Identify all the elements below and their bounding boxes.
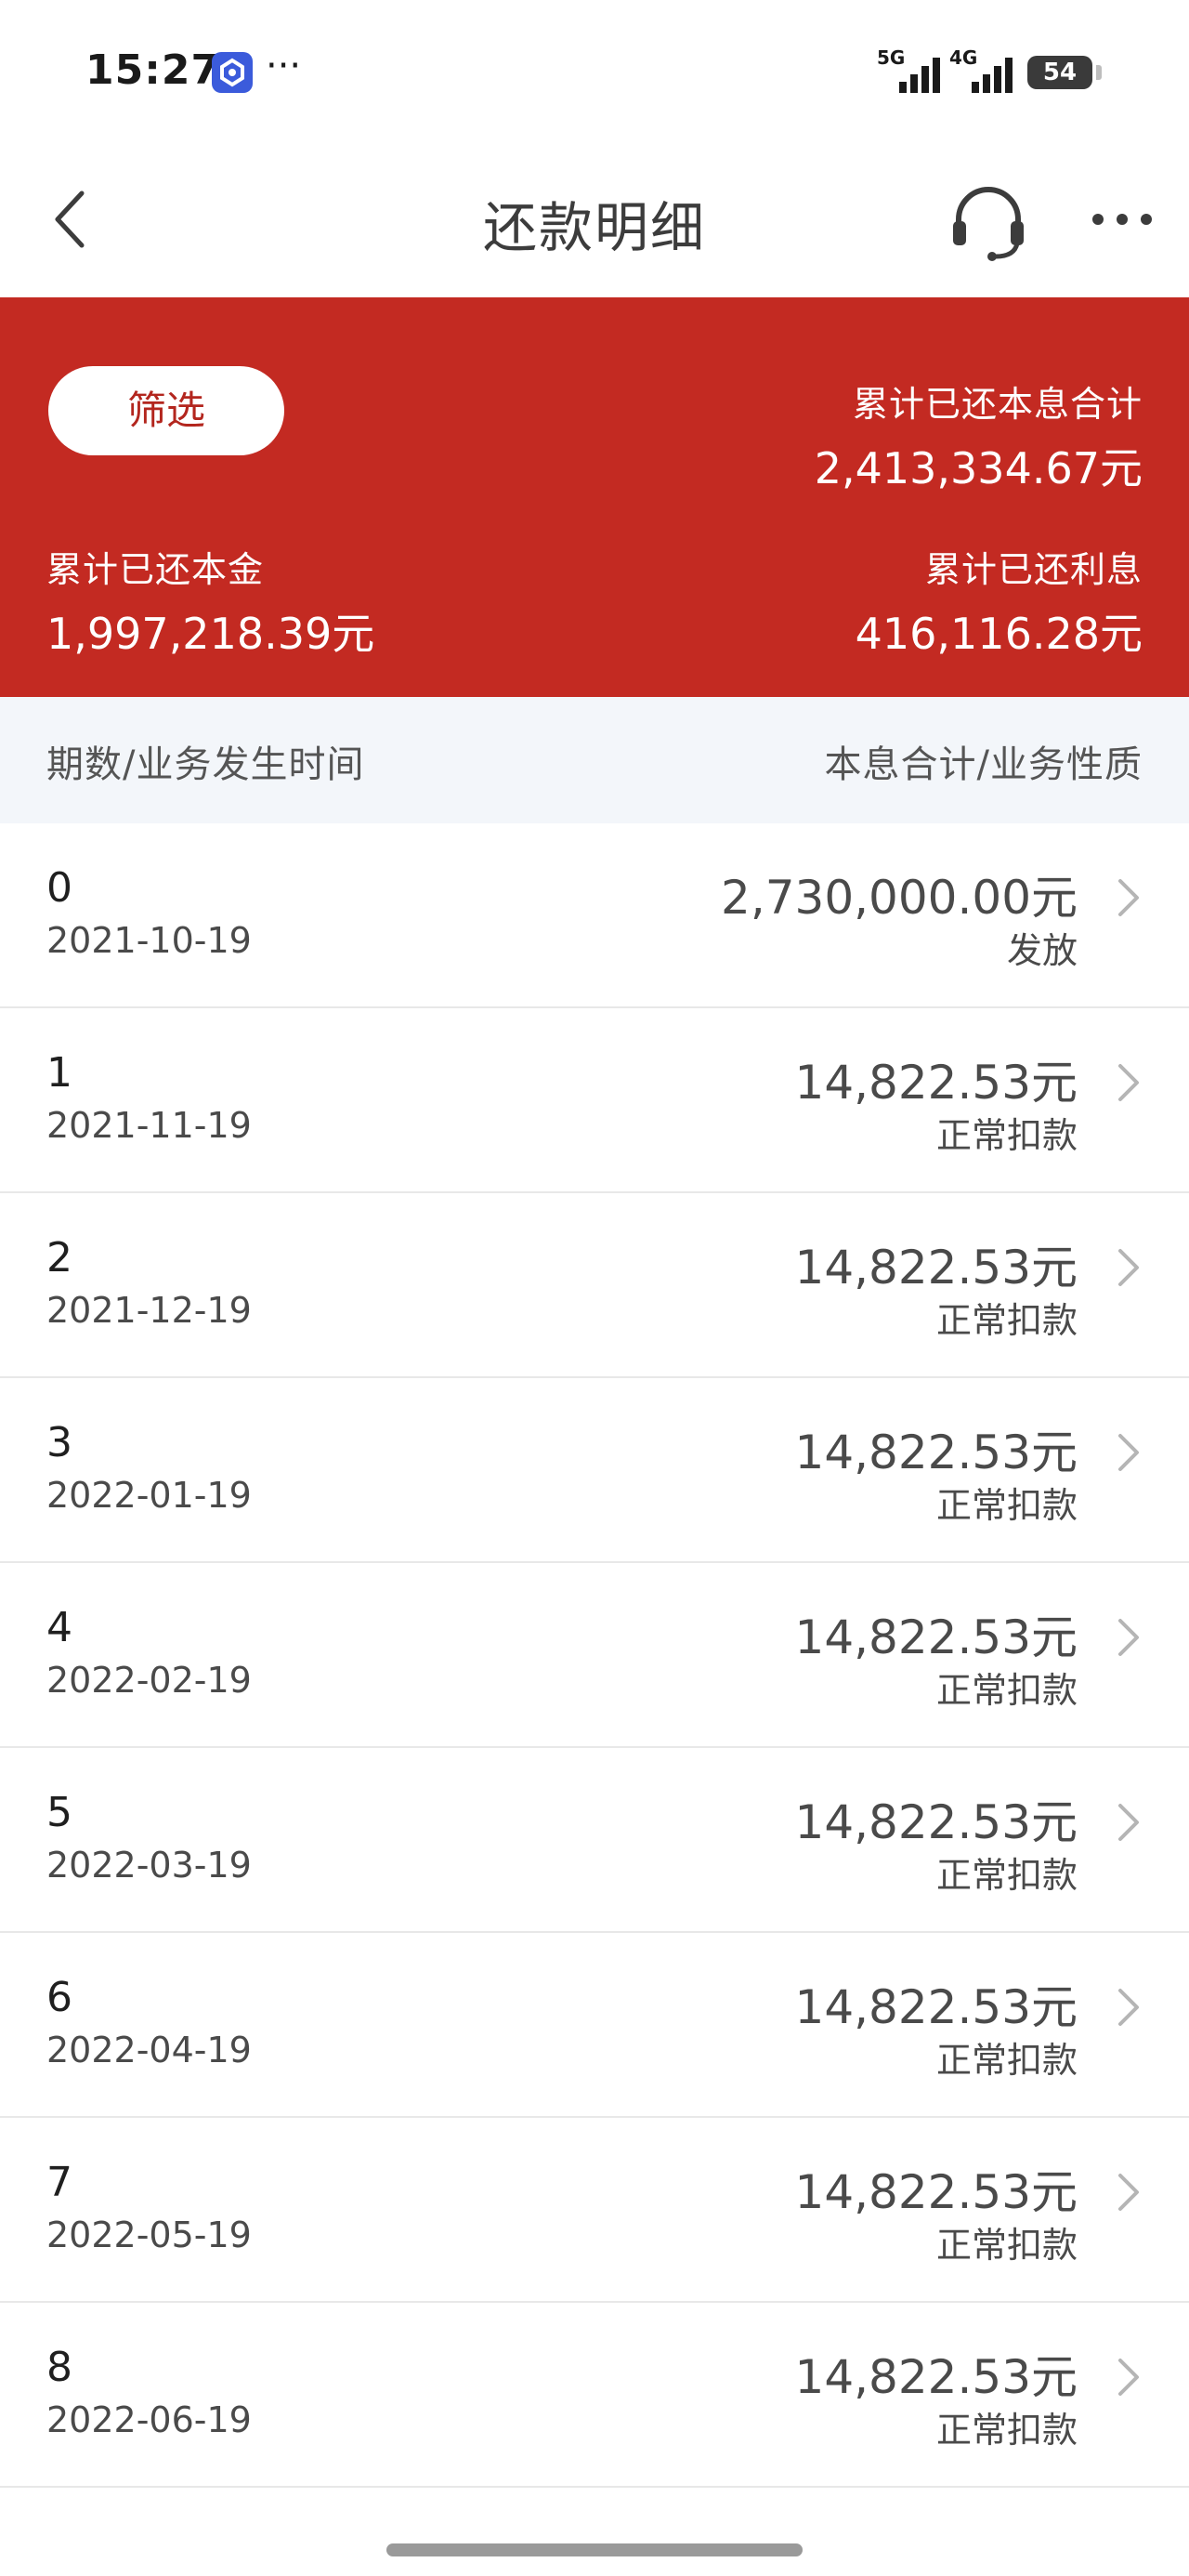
signal-5g: 5G bbox=[877, 46, 944, 95]
row-period: 3 bbox=[46, 1419, 72, 1466]
signal-bars-icon bbox=[899, 58, 940, 93]
repayment-record-list: 0 2021-10-19 2,730,000.00元 发放 1 2021-11-… bbox=[0, 823, 1189, 2488]
row-date: 2022-01-19 bbox=[46, 1475, 252, 1516]
row-date: 2022-02-19 bbox=[46, 1660, 252, 1701]
more-horizontal-icon bbox=[1092, 214, 1152, 225]
row-period: 0 bbox=[46, 864, 72, 912]
row-type: 正常扣款 bbox=[935, 1300, 1078, 1341]
column-amount-type: 本息合计/业务性质 bbox=[824, 743, 1143, 786]
interest-paid-value: 416,116.28元 bbox=[855, 609, 1143, 659]
status-bar: 15:27 ··· 5G 4G 54 bbox=[0, 0, 1189, 149]
headset-icon bbox=[953, 187, 1024, 261]
row-type: 正常扣款 bbox=[935, 1855, 1078, 1896]
filter-button[interactable]: 筛选 bbox=[48, 366, 284, 455]
column-period-date: 期数/业务发生时间 bbox=[46, 743, 365, 786]
table-row[interactable]: 4 2022-02-19 14,822.53元 正常扣款 bbox=[0, 1563, 1189, 1748]
chevron-right-icon bbox=[1118, 1249, 1139, 1286]
principal-paid-label: 累计已还本金 bbox=[46, 549, 265, 590]
list-column-header: 期数/业务发生时间 本息合计/业务性质 bbox=[0, 697, 1189, 823]
nav-bar: 还款明细 bbox=[0, 149, 1189, 297]
signal-4g: 4G bbox=[949, 46, 1016, 95]
row-type: 正常扣款 bbox=[935, 2225, 1078, 2266]
chevron-right-icon bbox=[1118, 1619, 1139, 1656]
row-type: 发放 bbox=[1006, 930, 1078, 971]
chevron-right-icon bbox=[1118, 1804, 1139, 1841]
row-type: 正常扣款 bbox=[935, 1670, 1078, 1711]
status-time: 15:27 bbox=[85, 46, 221, 94]
battery-tip bbox=[1096, 65, 1102, 80]
table-row[interactable]: 0 2021-10-19 2,730,000.00元 发放 bbox=[0, 823, 1189, 1008]
row-period: 7 bbox=[46, 2159, 72, 2206]
status-more-dots: ··· bbox=[266, 45, 302, 87]
row-amount: 14,822.53元 bbox=[794, 1980, 1078, 2034]
row-period: 1 bbox=[46, 1049, 72, 1097]
row-date: 2022-04-19 bbox=[46, 2030, 252, 2070]
table-row[interactable]: 3 2022-01-19 14,822.53元 正常扣款 bbox=[0, 1378, 1189, 1563]
chevron-right-icon bbox=[1118, 2174, 1139, 2211]
customer-service-button[interactable] bbox=[944, 177, 1033, 266]
row-period: 5 bbox=[46, 1789, 72, 1836]
row-type: 正常扣款 bbox=[935, 1485, 1078, 1526]
row-period: 2 bbox=[46, 1234, 72, 1281]
row-period: 8 bbox=[46, 2344, 72, 2391]
row-date: 2021-12-19 bbox=[46, 1290, 252, 1331]
row-amount: 14,822.53元 bbox=[794, 1795, 1078, 1849]
row-amount: 14,822.53元 bbox=[794, 1241, 1078, 1295]
summary-panel: 筛选 累计已还本息合计 2,413,334.67元 累计已还本金 1,997,2… bbox=[0, 297, 1189, 697]
app-notification-icon bbox=[212, 52, 253, 93]
row-amount: 14,822.53元 bbox=[794, 1610, 1078, 1664]
table-row[interactable]: 8 2022-06-19 14,822.53元 正常扣款 bbox=[0, 2303, 1189, 2488]
row-amount: 14,822.53元 bbox=[794, 1426, 1078, 1479]
table-row[interactable]: 5 2022-03-19 14,822.53元 正常扣款 bbox=[0, 1748, 1189, 1933]
row-amount: 14,822.53元 bbox=[794, 1056, 1078, 1110]
row-amount: 14,822.53元 bbox=[794, 2350, 1078, 2404]
table-row[interactable]: 1 2021-11-19 14,822.53元 正常扣款 bbox=[0, 1008, 1189, 1193]
table-row[interactable]: 6 2022-04-19 14,822.53元 正常扣款 bbox=[0, 1933, 1189, 2118]
row-period: 4 bbox=[46, 1604, 72, 1651]
signal-bars-icon bbox=[972, 58, 1013, 93]
chevron-right-icon bbox=[1118, 1434, 1139, 1471]
row-date: 2021-10-19 bbox=[46, 920, 252, 961]
row-date: 2022-03-19 bbox=[46, 1845, 252, 1886]
row-period: 6 bbox=[46, 1974, 72, 2021]
row-type: 正常扣款 bbox=[935, 2410, 1078, 2451]
chevron-right-icon bbox=[1118, 1064, 1139, 1101]
interest-paid-label: 累计已还利息 bbox=[924, 549, 1143, 590]
total-paid-value: 2,413,334.67元 bbox=[814, 443, 1143, 493]
more-button[interactable] bbox=[1085, 191, 1159, 247]
row-amount: 14,822.53元 bbox=[794, 2165, 1078, 2219]
total-paid-label: 累计已还本息合计 bbox=[852, 384, 1143, 425]
table-row[interactable]: 2 2021-12-19 14,822.53元 正常扣款 bbox=[0, 1193, 1189, 1378]
chevron-right-icon bbox=[1118, 2359, 1139, 2396]
row-date: 2021-11-19 bbox=[46, 1105, 252, 1146]
row-amount: 2,730,000.00元 bbox=[721, 871, 1078, 925]
row-date: 2022-05-19 bbox=[46, 2215, 252, 2255]
table-row[interactable]: 7 2022-05-19 14,822.53元 正常扣款 bbox=[0, 2118, 1189, 2303]
row-date: 2022-06-19 bbox=[46, 2399, 252, 2440]
row-type: 正常扣款 bbox=[935, 2040, 1078, 2081]
row-type: 正常扣款 bbox=[935, 1115, 1078, 1156]
chevron-right-icon bbox=[1118, 879, 1139, 916]
home-indicator[interactable] bbox=[386, 2543, 803, 2556]
principal-paid-value: 1,997,218.39元 bbox=[46, 609, 375, 659]
chevron-right-icon bbox=[1118, 1989, 1139, 2026]
battery-level: 54 bbox=[1042, 59, 1078, 86]
